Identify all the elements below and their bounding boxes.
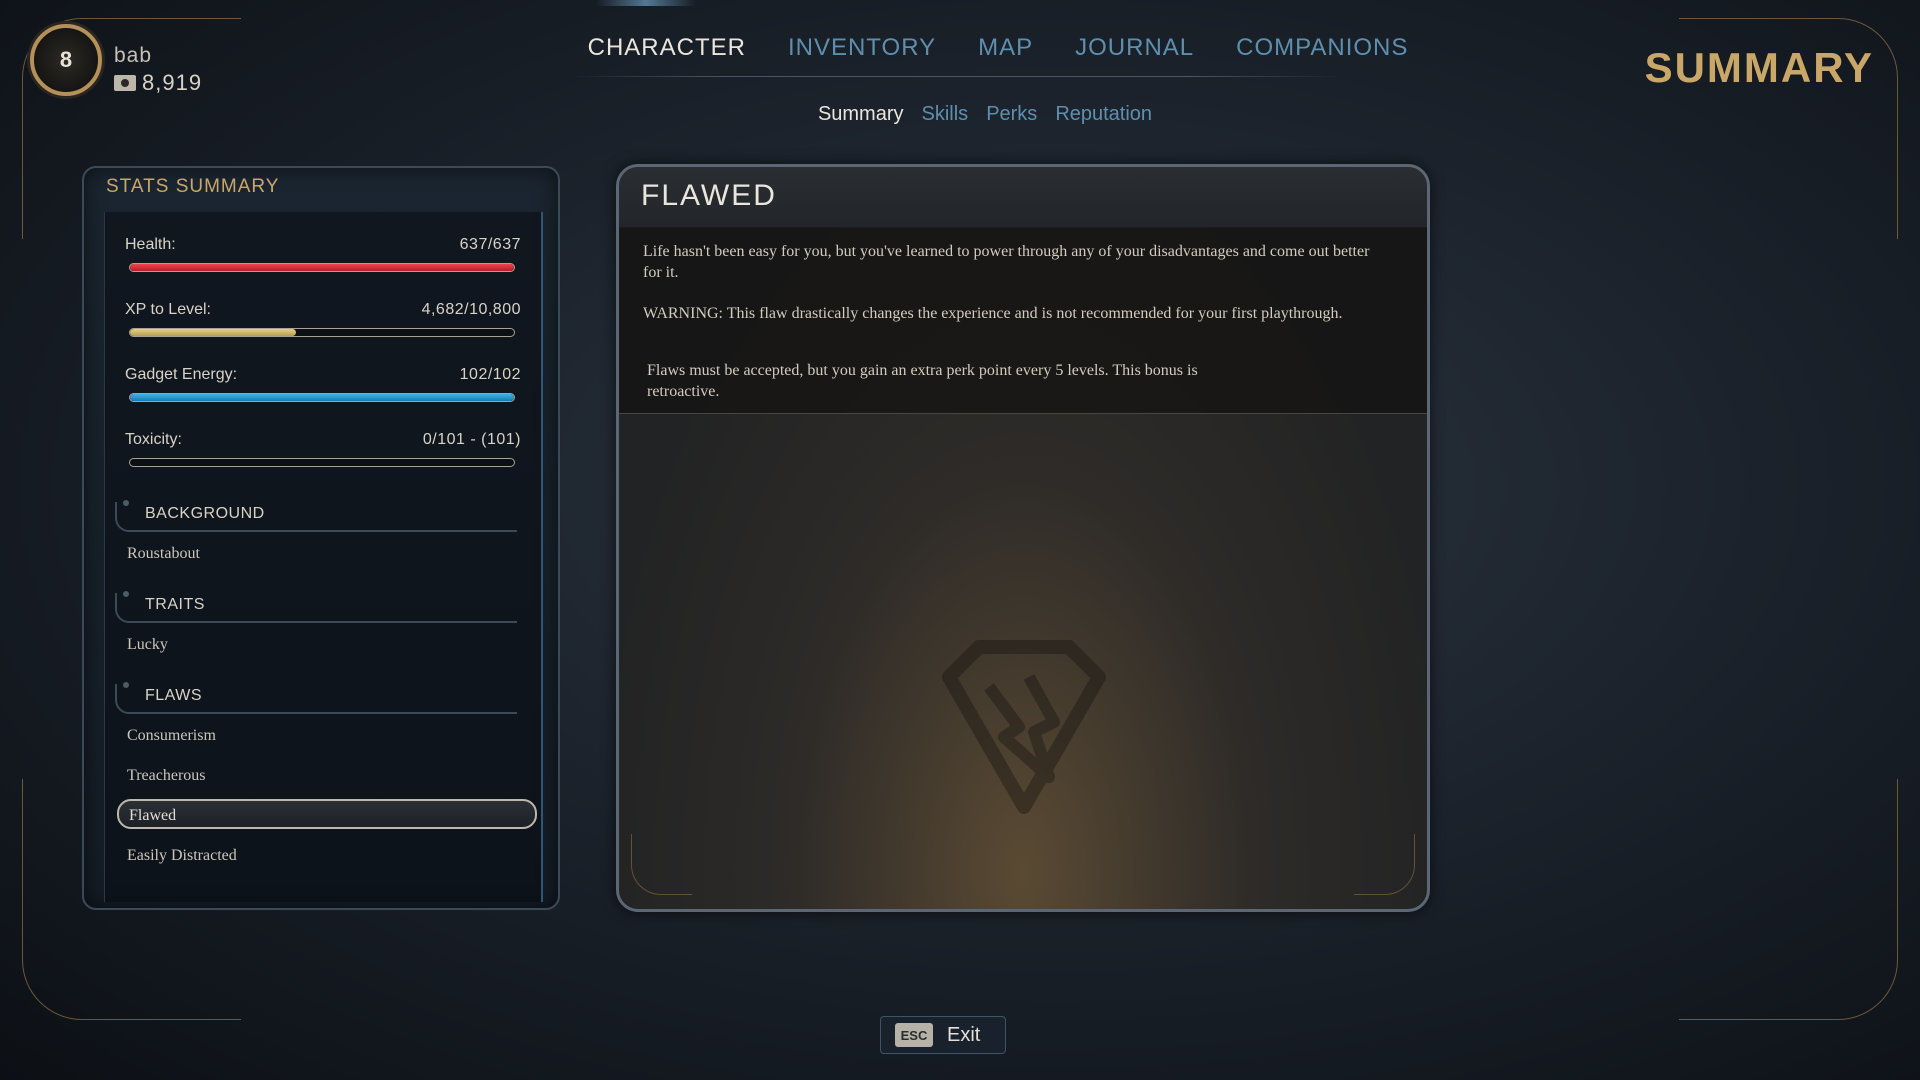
stat-toxicity-value: 0/101 - (101) [422,431,521,448]
stats-list[interactable]: Health: 637/637 XP to Level: 4,682/10,80… [104,212,543,902]
list-item-trait[interactable]: Lucky [125,630,521,660]
detail-description: Life hasn't been easy for you, but you'v… [619,227,1427,414]
stats-summary-panel: STATS SUMMARY Health: 637/637 XP to Leve… [82,166,560,910]
stats-summary-title: STATS SUMMARY [106,176,280,197]
money-value: 8,919 [142,70,203,95]
sub-nav: Summary Skills Perks Reputation [0,103,1920,126]
detail-paragraph: Flaws must be accepted, but you gain an … [647,362,1198,400]
stat-toxicity: Toxicity: 0/101 - (101) [125,431,521,467]
stat-toxicity-label: Toxicity: [125,431,182,448]
top-nav: CHARACTER INVENTORY MAP JOURNAL COMPANIO… [0,34,1920,62]
nav-divider [570,76,1340,77]
detail-warning: WARNING: This flaw drastically changes t… [643,305,1343,322]
stat-gadget-energy: Gadget Energy: 102/102 [125,366,521,402]
list-item-flaw-selected[interactable]: Flawed [117,799,537,829]
xp-bar [129,328,515,337]
tab-map[interactable]: MAP [978,34,1033,62]
gadget-energy-bar [129,393,515,402]
xp-bar-fill [130,329,297,336]
stat-gadget-label: Gadget Energy: [125,366,238,383]
flaw-emblem-icon [942,640,1106,814]
active-tab-glow [596,0,696,6]
panel-flourish-left [631,834,692,895]
section-traits-title: TRAITS [145,596,205,613]
stat-gadget-value: 102/102 [459,366,521,383]
tab-character[interactable]: CHARACTER [588,34,746,62]
list-item-flaw[interactable]: Consumerism [125,721,521,751]
subtab-summary[interactable]: Summary [818,103,904,126]
page-heading: SUMMARY [1644,44,1874,91]
exit-label: Exit [947,1023,981,1046]
tab-journal[interactable]: JOURNAL [1075,34,1194,62]
section-traits: TRAITS [115,591,517,623]
list-item-background[interactable]: Roustabout [125,539,521,569]
esc-key-icon: ESC [895,1023,933,1047]
health-bar [129,263,515,272]
panel-flourish-right [1354,834,1415,895]
tab-inventory[interactable]: INVENTORY [788,34,936,62]
toxicity-bar [129,458,515,467]
stat-health-label: Health: [125,236,176,253]
health-bar-fill [130,264,514,271]
section-flaws: FLAWS [115,682,517,714]
player-money: 8,919 [114,70,202,96]
detail-title: FLAWED [641,179,777,212]
frame-ornament-bottom-right [1679,779,1898,1020]
section-background-title: BACKGROUND [145,505,265,522]
section-marker-icon [123,591,129,597]
tab-companions[interactable]: COMPANIONS [1236,34,1408,62]
stat-xp-value: 4,682/10,800 [421,301,521,318]
detail-panel: FLAWED Life hasn't been easy for you, bu… [616,164,1430,912]
subtab-reputation[interactable]: Reputation [1055,103,1152,126]
subtab-perks[interactable]: Perks [986,103,1037,126]
stat-xp: XP to Level: 4,682/10,800 [125,301,521,337]
list-item-flaw[interactable]: Easily Distracted [125,841,521,871]
detail-paragraph: Life hasn't been easy for you, but you'v… [643,243,1370,281]
stat-health-value: 637/637 [459,236,521,253]
stat-health: Health: 637/637 [125,236,521,272]
section-marker-icon [123,682,129,688]
section-marker-icon [123,500,129,506]
detail-header: FLAWED [619,167,1427,228]
currency-icon [114,75,136,91]
gadget-energy-bar-fill [130,394,514,401]
exit-button[interactable]: ESC Exit [880,1016,1006,1054]
stat-xp-label: XP to Level: [125,301,211,318]
section-background: BACKGROUND [115,500,517,532]
list-item-flaw[interactable]: Treacherous [125,761,521,791]
subtab-skills[interactable]: Skills [922,103,969,126]
section-flaws-title: FLAWS [145,687,203,704]
